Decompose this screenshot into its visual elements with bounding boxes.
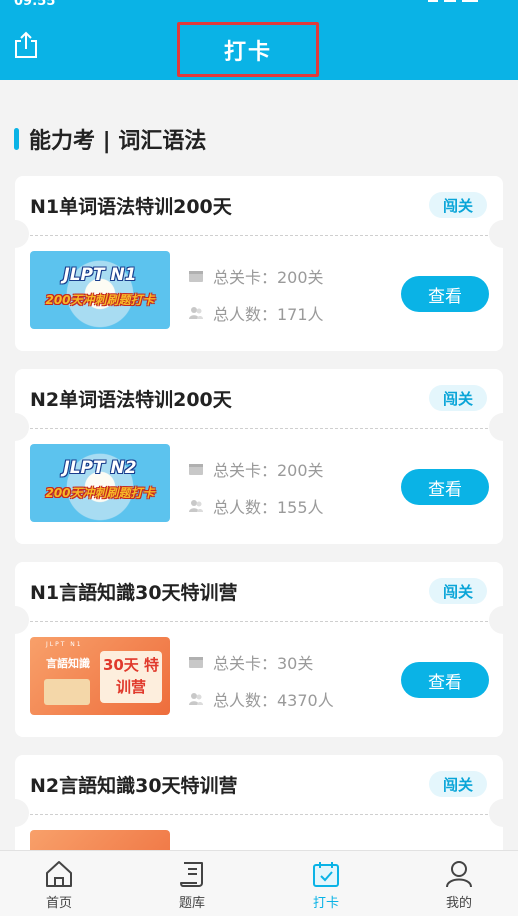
thumb-title: JLPT N1 bbox=[63, 265, 137, 285]
page-title-box: 打卡 bbox=[177, 22, 319, 77]
nav-label: 题库 bbox=[178, 896, 205, 911]
share-icon bbox=[15, 31, 37, 58]
thumb-title: 言語知識 bbox=[46, 657, 90, 670]
challenge-tag: 闯关 bbox=[429, 578, 487, 604]
bottom-nav: 首页 题库 打卡 我的 bbox=[0, 850, 518, 916]
card-notch bbox=[1, 606, 29, 634]
wifi-icon bbox=[428, 0, 438, 2]
card-title: N1言語知識30天特训营 bbox=[30, 582, 238, 604]
view-button[interactable]: 查看 bbox=[401, 662, 489, 698]
card-title: N2言語知識30天特训营 bbox=[30, 775, 238, 797]
total-levels-text: 总关卡：200关 bbox=[213, 268, 324, 287]
thumb-subtitle: 200天冲刺刷题打卡 bbox=[45, 486, 155, 500]
users-icon bbox=[189, 307, 203, 319]
levels-icon bbox=[189, 464, 203, 475]
view-button[interactable]: 查看 bbox=[401, 469, 489, 505]
thumb-caption: JLPT N1 bbox=[46, 641, 83, 648]
nav-label: 首页 bbox=[45, 896, 72, 911]
total-levels: 总关卡：30关 bbox=[188, 650, 313, 674]
total-people-text: 总人数：171人 bbox=[213, 305, 324, 324]
users-icon bbox=[189, 500, 203, 512]
total-people: 总人数：155人 bbox=[188, 494, 324, 518]
challenge-tag: 闯关 bbox=[429, 771, 487, 797]
card-title: N1单词语法特训200天 bbox=[30, 196, 232, 218]
total-people: 总人数：4370人 bbox=[188, 687, 334, 711]
status-bar: 09:55 bbox=[0, 0, 518, 12]
levels-icon bbox=[189, 271, 203, 282]
header-bar: 09:55 打卡 bbox=[0, 0, 518, 80]
course-card[interactable]: N1言語知識30天特训营 闯关 JLPT N1 言語知識 30天 特训营 总关卡… bbox=[1, 562, 517, 737]
status-time: 09:55 bbox=[14, 0, 56, 9]
view-button[interactable]: 查看 bbox=[401, 276, 489, 312]
dashed-divider bbox=[30, 235, 488, 236]
dashed-divider bbox=[30, 814, 488, 815]
dashed-divider bbox=[30, 428, 488, 429]
course-thumbnail[interactable]: JLPT N2 200天冲刺刷题打卡 bbox=[30, 444, 170, 522]
book-illustration bbox=[44, 679, 90, 705]
card-notch bbox=[489, 220, 517, 248]
card-title: N2单词语法特训200天 bbox=[30, 389, 232, 411]
page-title: 打卡 bbox=[223, 39, 272, 65]
status-icons bbox=[428, 0, 488, 6]
total-levels: 总关卡：200关 bbox=[188, 457, 324, 481]
thumb-title: JLPT N2 bbox=[63, 458, 137, 478]
card-notch bbox=[489, 413, 517, 441]
signal-icon bbox=[444, 0, 456, 2]
nav-label: 打卡 bbox=[312, 896, 339, 911]
course-thumbnail[interactable]: JLPT N1 言語知識 30天 特训营 bbox=[30, 637, 170, 715]
thumb-panel: 30天 特训营 bbox=[100, 651, 162, 703]
total-people-text: 总人数：4370人 bbox=[213, 691, 334, 710]
thumb-subtitle: 200天冲刺刷题打卡 bbox=[45, 293, 155, 307]
nav-label: 我的 bbox=[445, 896, 472, 911]
total-people-text: 总人数：155人 bbox=[213, 498, 324, 517]
total-levels: 总关卡：200关 bbox=[188, 264, 324, 288]
nav-checkin[interactable]: 打卡 bbox=[286, 859, 366, 911]
course-card[interactable]: N1单词语法特训200天 闯关 JLPT N1 200天冲刺刷题打卡 总关卡：2… bbox=[1, 176, 517, 351]
total-levels-text: 总关卡：30关 bbox=[213, 654, 314, 673]
total-levels-text: 总关卡：200关 bbox=[213, 461, 324, 480]
battery-icon bbox=[462, 0, 478, 2]
card-notch bbox=[489, 606, 517, 634]
challenge-tag: 闯关 bbox=[429, 385, 487, 411]
nav-home[interactable]: 首页 bbox=[19, 859, 99, 911]
dashed-divider bbox=[30, 621, 488, 622]
course-thumbnail[interactable]: JLPT N1 200天冲刺刷题打卡 bbox=[30, 251, 170, 329]
nav-profile[interactable]: 我的 bbox=[419, 859, 499, 911]
card-notch bbox=[489, 799, 517, 827]
checkin-calendar-icon bbox=[313, 862, 339, 887]
section-heading: 能力考 | 词汇语法 bbox=[14, 122, 206, 156]
course-card[interactable]: N2单词语法特训200天 闯关 JLPT N2 200天冲刺刷题打卡 总关卡：2… bbox=[1, 369, 517, 544]
profile-icon bbox=[446, 861, 472, 888]
section-accent-bar bbox=[14, 128, 19, 150]
section-title: 能力考 | 词汇语法 bbox=[29, 129, 207, 154]
card-notch bbox=[1, 220, 29, 248]
total-people: 总人数：171人 bbox=[188, 301, 324, 325]
question-bank-icon bbox=[180, 862, 203, 887]
users-icon bbox=[189, 693, 203, 705]
card-notch bbox=[1, 799, 29, 827]
nav-question-bank[interactable]: 题库 bbox=[152, 859, 232, 911]
share-button[interactable] bbox=[12, 30, 40, 60]
challenge-tag: 闯关 bbox=[429, 192, 487, 218]
card-notch bbox=[1, 413, 29, 441]
home-icon bbox=[46, 861, 72, 887]
levels-icon bbox=[189, 657, 203, 668]
